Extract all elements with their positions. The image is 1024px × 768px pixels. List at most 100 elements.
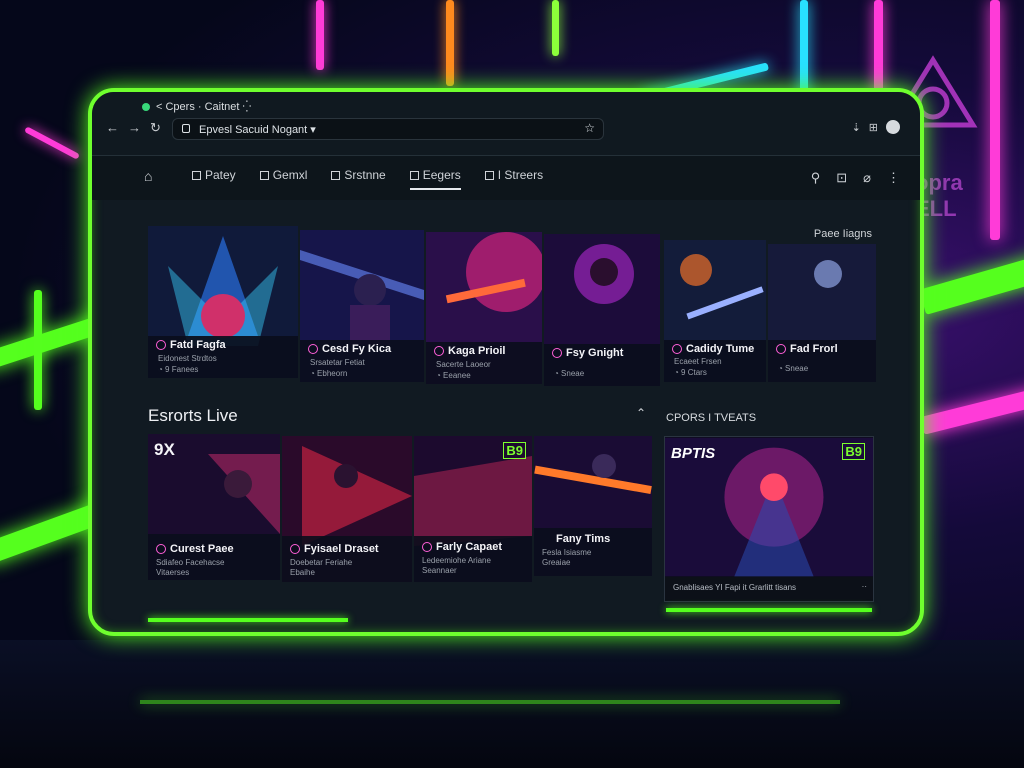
side-section-title: CPORS I TVEATS: [666, 412, 757, 424]
card-meta: Seannaer: [422, 566, 457, 575]
card-subtitle: Sacerte Laoeor: [436, 360, 491, 369]
tab-icon: [409, 171, 419, 180]
lock-icon: [182, 124, 190, 133]
esports-card[interactable]: Fany Tims Fesla Isiasme Greaiae: [534, 436, 652, 576]
game-icon: [434, 346, 444, 356]
notifications-icon[interactable]: ⊡: [836, 170, 847, 186]
tab-icon: [259, 171, 269, 180]
nav-actions: ⚲ ⊡ ⌀ ⋮: [811, 170, 900, 186]
game-card[interactable]: Fsy Gnight ◔ Sneae: [544, 234, 660, 386]
game-icon: [776, 344, 786, 354]
more-menu-icon[interactable]: ⋮: [887, 170, 900, 186]
game-icon: [156, 544, 166, 554]
section-title: Esrorts Live: [148, 406, 238, 425]
url-text: Epvesl Sacuid Nogant ▾: [199, 124, 316, 136]
tab-streers[interactable]: I Streers: [484, 168, 544, 190]
card-title: Kaga Prioil: [448, 345, 506, 357]
event-footer: Gnablisaes YI Fapi it Grarlitt tisans ··: [665, 577, 873, 601]
card-subtitle: Ecaeet Frsen: [674, 357, 722, 366]
extensions-icon[interactable]: ⊞: [869, 121, 878, 134]
browser-toolbar: < Cpers · Caitnet ⁛ ← → ↻ Epvesl Sacuid …: [92, 92, 920, 156]
game-icon: [308, 344, 318, 354]
profile-avatar[interactable]: [886, 120, 900, 134]
tab-icon: [192, 171, 201, 180]
card-meta: ◔ Ebheorn: [310, 369, 348, 378]
neon-light: [990, 0, 1000, 240]
card-subtitle: Doebetar Feriahe: [290, 558, 353, 567]
event-footer-text: Gnablisaes YI Fapi it Grarlitt tisans: [673, 583, 797, 592]
card-meta: ◔ 9 Ctars: [674, 368, 707, 377]
game-card[interactable]: Kaga Prioil Sacerte Laoeor ◔ Eeanee: [426, 232, 542, 384]
event-brand: BPTIS: [671, 445, 716, 462]
home-icon[interactable]: ⌂: [144, 168, 152, 184]
game-art-image: [768, 244, 876, 382]
game-icon: [290, 544, 300, 554]
card-meta: ◔ Eeanee: [436, 371, 471, 380]
card-subtitle: Fesla Isiasme: [542, 548, 592, 557]
card-meta: ◔ 9 Fanees: [158, 365, 199, 374]
game-icon: [672, 344, 682, 354]
app-navbar: ⌂ Patey Gemxl Srstnne Eegers I Streers ⚲…: [92, 156, 920, 200]
accent-bar: [666, 608, 872, 612]
neon-light: [446, 0, 454, 86]
tab-label: Gemxl: [272, 168, 308, 182]
browser-tab[interactable]: < Cpers · Caitnet ⁛: [142, 100, 251, 113]
tab-icon: [484, 171, 494, 180]
tab-label: Eegers: [422, 168, 461, 182]
floor-reflection: [140, 700, 840, 704]
floor: [0, 640, 1024, 768]
browser-tools: ⇣ ⊞: [852, 120, 900, 134]
bookmark-star-icon[interactable]: ☆: [584, 121, 595, 135]
tab-favicon-icon: [142, 102, 150, 111]
back-icon[interactable]: ←: [106, 120, 119, 135]
search-icon[interactable]: ⚲: [811, 170, 821, 186]
tab-srstnne[interactable]: Srstnne: [331, 168, 386, 190]
event-badge: B9: [842, 443, 865, 460]
download-icon[interactable]: ⇣: [852, 121, 861, 134]
card-title: Farly Capaet: [436, 541, 503, 553]
esports-card[interactable]: B9 Farly Capaet Ledeemiohe Ariane Seanna…: [414, 436, 532, 582]
card-title: Curest Paee: [170, 543, 234, 555]
game-icon: [422, 542, 432, 552]
card-title: Fsy Gnight: [566, 347, 624, 359]
card-title: Fany Tims: [556, 533, 611, 545]
card-title: Fyisael Draset: [304, 543, 379, 555]
neon-light: [919, 251, 1024, 315]
tab-eegers[interactable]: Eegers: [409, 168, 461, 190]
address-bar[interactable]: Epvesl Sacuid Nogant ▾ ☆: [172, 118, 604, 140]
reload-icon[interactable]: ↻: [150, 120, 161, 136]
forward-icon[interactable]: →: [128, 120, 141, 135]
game-card[interactable]: Fatd Fagfa Eidonest Strdtos ◔ 9 Fanees: [148, 226, 298, 378]
card-meta: Ebaihe: [290, 568, 315, 577]
game-icon: [156, 340, 166, 350]
card-meta: Vitaerses: [156, 568, 190, 577]
tab-patey[interactable]: Patey: [192, 168, 236, 190]
esports-card[interactable]: 9X Curest Paee Sdiafeo Facehacse Vitaers…: [148, 434, 280, 580]
tablet-frame: < Cpers · Caitnet ⁛ ← → ↻ Epvesl Sacuid …: [88, 88, 924, 636]
neon-light: [316, 0, 324, 70]
tab-label: Srstnne: [344, 168, 386, 182]
featured-label[interactable]: Paee Iiagns: [814, 228, 872, 240]
game-icon: [552, 348, 562, 358]
event-card[interactable]: BPTIS B9 Gnablisaes YI Fapi it Grarlitt …: [664, 436, 874, 602]
card-subtitle: Eidonest Strdtos: [158, 354, 217, 363]
card-badge: B9: [503, 442, 526, 459]
tab-label: I Streers: [497, 168, 544, 182]
nav-tabs: Patey Gemxl Srstnne Eegers I Streers: [192, 168, 543, 190]
more-icon[interactable]: ··: [862, 582, 867, 591]
neon-light: [552, 0, 559, 56]
collapse-icon[interactable]: ⌃: [636, 406, 646, 420]
game-card[interactable]: Fad Frorl ◔ Sneae: [768, 244, 876, 382]
card-subtitle: Sdiafeo Facehacse: [156, 558, 225, 567]
esports-card[interactable]: Fyisael Draset Doebetar Feriahe Ebaihe: [282, 436, 412, 582]
card-meta: Greaiae: [542, 558, 571, 567]
settings-icon[interactable]: ⌀: [863, 170, 871, 186]
game-card[interactable]: Cesd Fy Kica Srsatetar Fetiat ◔ Ebheorn: [300, 230, 424, 382]
card-meta: ◔ Sneae: [778, 364, 809, 373]
card-meta: ◔ Sneae: [554, 369, 585, 378]
neon-light: [34, 290, 42, 410]
tab-gemxl[interactable]: Gemxl: [259, 168, 308, 190]
tab-icon: [331, 171, 341, 180]
game-card[interactable]: Cadidy Tume Ecaeet Frsen ◔ 9 Ctars: [664, 240, 766, 382]
game-art-image: [544, 234, 660, 386]
